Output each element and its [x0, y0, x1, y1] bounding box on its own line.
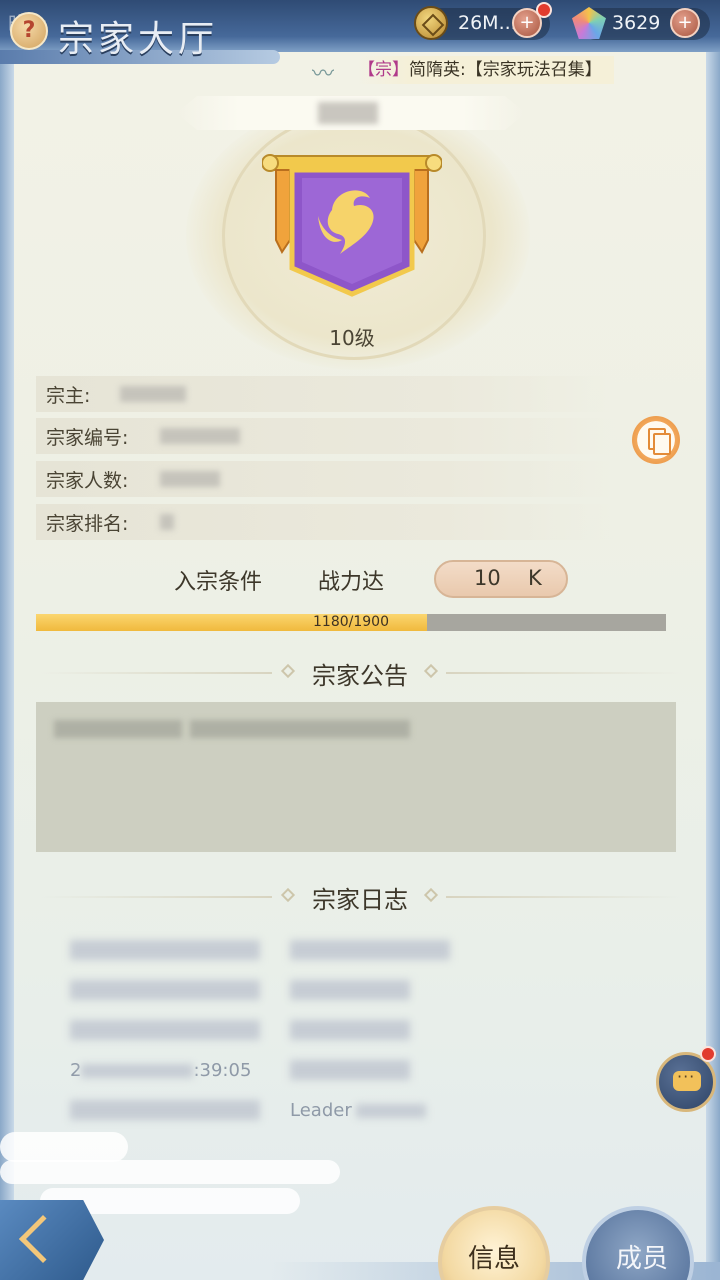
clan-exp-progress-bar: 1180/1900: [36, 614, 666, 631]
clan-level: 10级: [329, 326, 375, 350]
log-time-partial-tail: :39:05: [193, 1060, 252, 1081]
announcement-text-redacted: [190, 720, 410, 738]
section-divider: [446, 672, 682, 674]
power-requirement-label: 战力达: [318, 570, 385, 595]
banner-rod-cap-left: [262, 154, 279, 172]
info-label-clan-id: 宗家编号:: [46, 427, 129, 449]
coin-notification-dot: [536, 2, 552, 18]
log-entry-redacted: [290, 1060, 410, 1080]
banner-tassel-left: [275, 169, 291, 254]
power-requirement-unit: K: [528, 566, 542, 590]
log-time-redacted: [70, 1100, 260, 1120]
tab-info-label: 信息: [467, 1244, 520, 1274]
cloud-decoration: [0, 1132, 128, 1162]
log-entry-redacted: [290, 1020, 410, 1040]
coin-amount: 26M...: [458, 12, 517, 34]
banner-tassel-right: [413, 169, 429, 254]
member-count-value-redacted: [160, 471, 220, 487]
power-requirement-field[interactable]: [434, 560, 568, 598]
join-condition-label: 入宗条件: [174, 570, 263, 595]
clan-id-value-redacted: [160, 428, 240, 444]
coin-icon: [414, 6, 448, 40]
log-time-partial-redacted: [81, 1064, 194, 1078]
broadcast-tag: 【宗】: [358, 60, 409, 80]
broadcast-strip[interactable]: 【宗】简隋英:【宗家玩法召集】: [358, 56, 614, 84]
banner-rod-cap-right: [425, 154, 442, 172]
broadcast-text: 简隋英:【宗家玩法召集】: [409, 60, 602, 80]
gem-amount: 3629: [612, 12, 661, 34]
clan-name-redacted: [318, 102, 378, 124]
help-icon[interactable]: ?: [10, 12, 48, 50]
log-entry-redacted: [290, 940, 450, 960]
info-row-rank: 宗家排名:: [36, 504, 616, 540]
bird-icon: 〰: [312, 62, 335, 87]
info-label-rank: 宗家排名:: [46, 513, 129, 535]
info-row-clan-id: 宗家编号:: [36, 418, 616, 454]
clan-exp-progress-text: 1180/1900: [313, 614, 389, 630]
announcement-box[interactable]: [36, 702, 676, 852]
log-entry-redacted: [355, 1104, 426, 1118]
page-title: 宗家大厅: [58, 19, 219, 60]
leader-value-redacted: [120, 386, 186, 402]
log-role-text: Leader: [290, 1100, 352, 1121]
copy-clan-id-button[interactable]: [632, 416, 680, 464]
left-frame: [0, 40, 14, 1280]
info-row-member-count: 宗家人数:: [36, 461, 616, 497]
log-time-redacted: [70, 1020, 260, 1040]
cloud-decoration: [0, 1160, 340, 1184]
section-divider: [40, 672, 272, 674]
clan-banner-emblem: [262, 154, 442, 297]
section-divider: [446, 896, 682, 898]
log-time-redacted: [70, 940, 260, 960]
announcement-text-redacted: [54, 720, 182, 738]
log-time-partial-head: 2: [70, 1060, 82, 1081]
info-row-leader: 宗主:: [36, 376, 616, 412]
clan-hall-screen: 晚上 ? 宗家大厅 26M... + 3629 + 〰 【宗】简隋英:【宗家玩法…: [0, 0, 720, 1280]
section-divider: [40, 896, 272, 898]
info-label-member-count: 宗家人数:: [46, 470, 129, 492]
tab-members-label: 成员: [615, 1244, 668, 1274]
log-entry-redacted: [290, 980, 410, 1000]
add-gem-button[interactable]: +: [670, 8, 700, 38]
log-time-redacted: [70, 980, 260, 1000]
rank-value-redacted: [160, 514, 174, 530]
chat-bubble-icon: [673, 1067, 701, 1091]
info-label-leader: 宗主:: [46, 385, 91, 407]
power-requirement-value: 10: [474, 566, 501, 590]
chat-notification-dot: [700, 1046, 716, 1062]
log-role-leader: Leader: [290, 1100, 426, 1121]
log-time-partial: 2 :39:05: [70, 1060, 251, 1081]
